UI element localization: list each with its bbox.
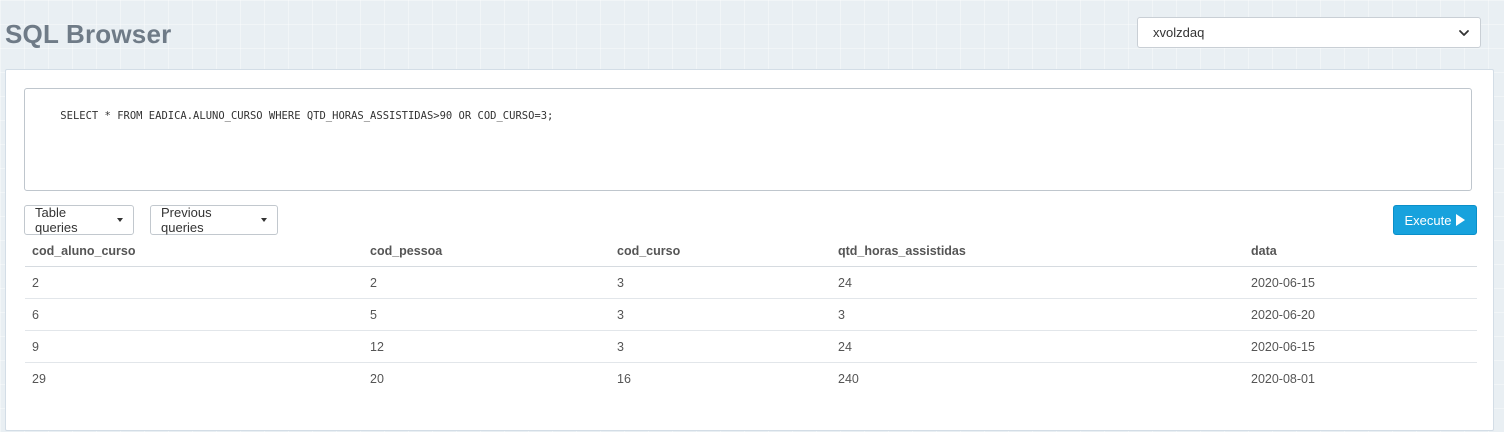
table-cell: 240 xyxy=(838,371,859,386)
table-cell: 3 xyxy=(610,330,831,363)
table-cell: 24 xyxy=(831,266,1244,299)
column-header: cod_curso xyxy=(610,235,831,267)
table-cell: 3 xyxy=(610,298,831,331)
execute-label: Execute xyxy=(1404,212,1452,228)
page-title: SQL Browser xyxy=(5,19,172,49)
resize-grip-icon[interactable] xyxy=(1461,180,1469,188)
table-cell: 3 xyxy=(610,266,831,299)
table-cell: 29 xyxy=(32,371,46,386)
sql-query-input[interactable]: SELECT * FROM EADICA.ALUNO_CURSO WHERE Q… xyxy=(24,88,1472,191)
table-row: 2 2 3 24 2020-06-15 xyxy=(25,266,1477,299)
table-cell: 6 xyxy=(25,298,363,331)
table-cell: 16 xyxy=(617,371,631,386)
column-header: qtd_horas_assistidas xyxy=(831,235,1244,267)
caret-down-icon xyxy=(261,218,267,222)
table-header-row: cod_aluno_curso cod_pessoa cod_curso qtd… xyxy=(25,235,1477,267)
execute-button[interactable]: Execute xyxy=(1393,205,1477,235)
database-select[interactable]: xvolzdaq xyxy=(1137,17,1481,48)
table-cell: 24 xyxy=(831,330,1244,363)
play-icon xyxy=(1456,214,1466,226)
table-cell: 3 xyxy=(831,298,1244,331)
table-row: 6 5 3 3 2020-06-20 xyxy=(25,298,1477,331)
table-row: 29 20 16 240 2020-08-01 xyxy=(25,363,1477,395)
table-cell: 20 xyxy=(370,371,384,386)
column-header: cod_pessoa xyxy=(363,235,610,267)
table-cell: 2020-06-15 xyxy=(1244,266,1477,299)
table-cell: 12 xyxy=(363,330,610,363)
query-panel: SELECT * FROM EADICA.ALUNO_CURSO WHERE Q… xyxy=(5,69,1494,431)
table-cell: 2 xyxy=(363,266,610,299)
column-header: data xyxy=(1244,235,1477,267)
table-queries-label: Table queries xyxy=(35,205,78,235)
previous-queries-button[interactable]: Previous queries xyxy=(150,205,278,235)
table-cell: 9 xyxy=(25,330,363,363)
table-cell: 2020-06-20 xyxy=(1244,298,1477,331)
table-cell: 2020-06-15 xyxy=(1244,330,1477,363)
caret-down-icon xyxy=(117,218,123,222)
previous-queries-label: Previous queries xyxy=(161,205,212,235)
table-cell: 5 xyxy=(363,298,610,331)
database-select-value: xvolzdaq xyxy=(1153,25,1205,40)
chevron-down-icon xyxy=(1458,27,1470,39)
column-header: cod_aluno_curso xyxy=(25,235,363,267)
table-cell: 2020-08-01 xyxy=(1251,371,1315,386)
results-table: cod_aluno_curso cod_pessoa cod_curso qtd… xyxy=(25,235,1477,394)
table-cell: 2 xyxy=(25,266,363,299)
table-queries-button[interactable]: Table queries xyxy=(24,205,134,235)
table-row: 9 12 3 24 2020-06-15 xyxy=(25,330,1477,363)
sql-query-text: SELECT * FROM EADICA.ALUNO_CURSO WHERE Q… xyxy=(60,110,554,122)
